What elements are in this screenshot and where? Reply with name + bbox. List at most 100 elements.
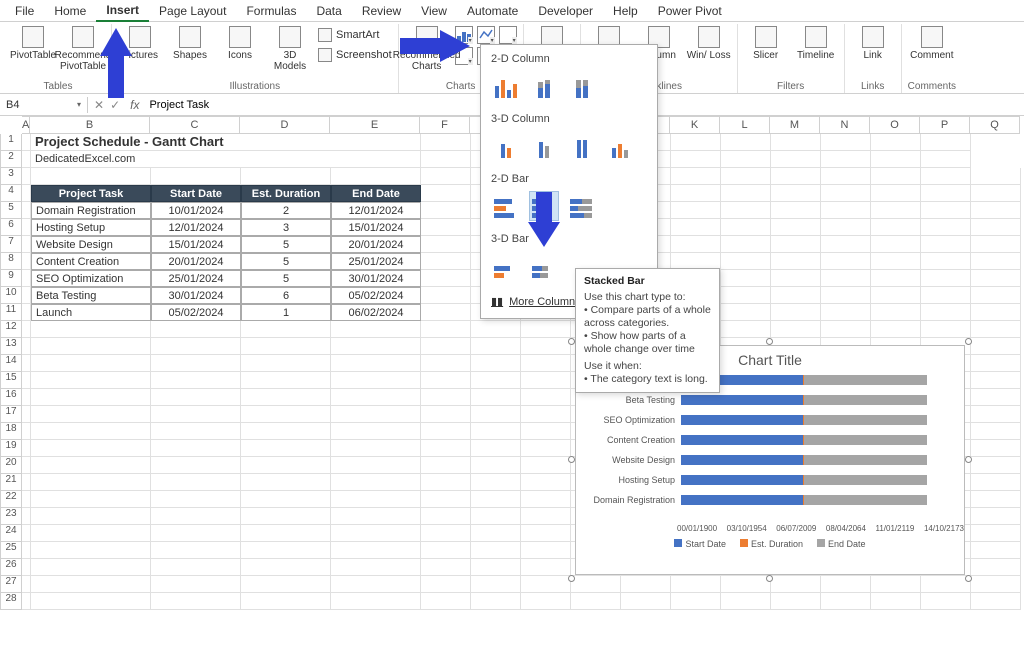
cell[interactable] <box>521 491 571 508</box>
cell[interactable] <box>671 202 721 219</box>
cell[interactable] <box>22 406 31 423</box>
cell[interactable]: SEO Optimization <box>31 270 151 287</box>
cell[interactable] <box>721 202 771 219</box>
cell[interactable] <box>22 491 31 508</box>
cell[interactable] <box>721 576 771 593</box>
cell[interactable] <box>871 219 921 236</box>
menu-data[interactable]: Data <box>306 1 351 21</box>
cell[interactable] <box>471 321 521 338</box>
cell[interactable] <box>421 355 471 372</box>
cell[interactable] <box>971 236 1021 253</box>
menu-page-layout[interactable]: Page Layout <box>149 1 236 21</box>
cell[interactable] <box>471 423 521 440</box>
cell[interactable] <box>31 389 151 406</box>
menu-help[interactable]: Help <box>603 1 648 21</box>
cell[interactable] <box>771 219 821 236</box>
cell[interactable] <box>971 406 1021 423</box>
cell[interactable]: 30/01/2024 <box>151 287 241 304</box>
shapes-button[interactable]: Shapes <box>168 26 212 61</box>
cell[interactable] <box>521 338 571 355</box>
cell[interactable] <box>921 151 971 168</box>
cell[interactable] <box>921 253 971 270</box>
row-header[interactable]: 8 <box>0 253 22 270</box>
cell[interactable]: Website Design <box>31 236 151 253</box>
cell[interactable] <box>971 423 1021 440</box>
cell[interactable] <box>871 134 921 151</box>
cell[interactable] <box>331 321 421 338</box>
row-header[interactable]: 14 <box>0 355 22 372</box>
cell[interactable] <box>971 474 1021 491</box>
row-header[interactable]: 21 <box>0 474 22 491</box>
cell[interactable] <box>921 202 971 219</box>
menu-automate[interactable]: Automate <box>457 1 528 21</box>
row-header[interactable]: 20 <box>0 457 22 474</box>
cell[interactable] <box>421 219 471 236</box>
cell[interactable]: 5 <box>241 270 331 287</box>
cell[interactable]: 15/01/2024 <box>151 236 241 253</box>
cell[interactable] <box>31 474 151 491</box>
cell[interactable] <box>721 185 771 202</box>
cell[interactable]: 05/02/2024 <box>151 304 241 321</box>
100-stacked-column-option[interactable] <box>567 71 597 101</box>
cell[interactable] <box>921 321 971 338</box>
cell[interactable] <box>521 542 571 559</box>
row-header[interactable]: 26 <box>0 559 22 576</box>
cell[interactable] <box>921 287 971 304</box>
cell[interactable] <box>331 508 421 525</box>
row-header[interactable]: 25 <box>0 542 22 559</box>
cell[interactable] <box>671 134 721 151</box>
cell[interactable] <box>471 338 521 355</box>
cell[interactable] <box>971 270 1021 287</box>
cell[interactable] <box>921 593 971 610</box>
col-header-O[interactable]: O <box>870 116 920 134</box>
cell[interactable] <box>22 559 31 576</box>
cell[interactable] <box>22 474 31 491</box>
row-header[interactable]: 24 <box>0 525 22 542</box>
cell[interactable] <box>421 236 471 253</box>
cell[interactable]: 1 <box>241 304 331 321</box>
cell[interactable] <box>241 423 331 440</box>
cell[interactable] <box>971 457 1021 474</box>
row-header[interactable]: 27 <box>0 576 22 593</box>
screenshot-button[interactable]: Screenshot <box>318 46 392 64</box>
cell[interactable] <box>151 525 241 542</box>
cell[interactable] <box>871 270 921 287</box>
cell[interactable] <box>871 321 921 338</box>
cell[interactable] <box>971 202 1021 219</box>
cell[interactable] <box>241 576 331 593</box>
cell[interactable] <box>331 355 421 372</box>
cell[interactable] <box>771 287 821 304</box>
cell[interactable] <box>151 474 241 491</box>
cell[interactable] <box>421 134 471 151</box>
cell[interactable] <box>22 542 31 559</box>
row-header[interactable]: 2 <box>0 151 22 168</box>
menu-power-pivot[interactable]: Power Pivot <box>648 1 732 21</box>
cell[interactable] <box>971 321 1021 338</box>
cell[interactable]: Content Creation <box>31 253 151 270</box>
cell[interactable] <box>241 338 331 355</box>
cell[interactable] <box>22 304 31 321</box>
cell[interactable] <box>331 576 421 593</box>
cell[interactable] <box>821 236 871 253</box>
cell[interactable] <box>771 236 821 253</box>
cell[interactable] <box>22 185 31 202</box>
cell[interactable]: Launch <box>31 304 151 321</box>
cell[interactable] <box>921 185 971 202</box>
cell[interactable]: 20/01/2024 <box>331 236 421 253</box>
row-header[interactable]: 3 <box>0 168 22 185</box>
cell[interactable] <box>22 508 31 525</box>
chart-legend[interactable]: Start Date Est. Duration End Date <box>576 535 964 549</box>
cell[interactable] <box>331 559 421 576</box>
cell[interactable] <box>151 491 241 508</box>
cell[interactable]: 10/01/2024 <box>151 202 241 219</box>
cell[interactable] <box>671 593 721 610</box>
cell[interactable] <box>471 593 521 610</box>
cell[interactable] <box>151 321 241 338</box>
row-header[interactable]: 19 <box>0 440 22 457</box>
cell[interactable] <box>331 440 421 457</box>
row-header[interactable]: 5 <box>0 202 22 219</box>
cell[interactable] <box>421 508 471 525</box>
cell[interactable] <box>771 593 821 610</box>
cell[interactable] <box>821 304 871 321</box>
menu-view[interactable]: View <box>411 1 457 21</box>
